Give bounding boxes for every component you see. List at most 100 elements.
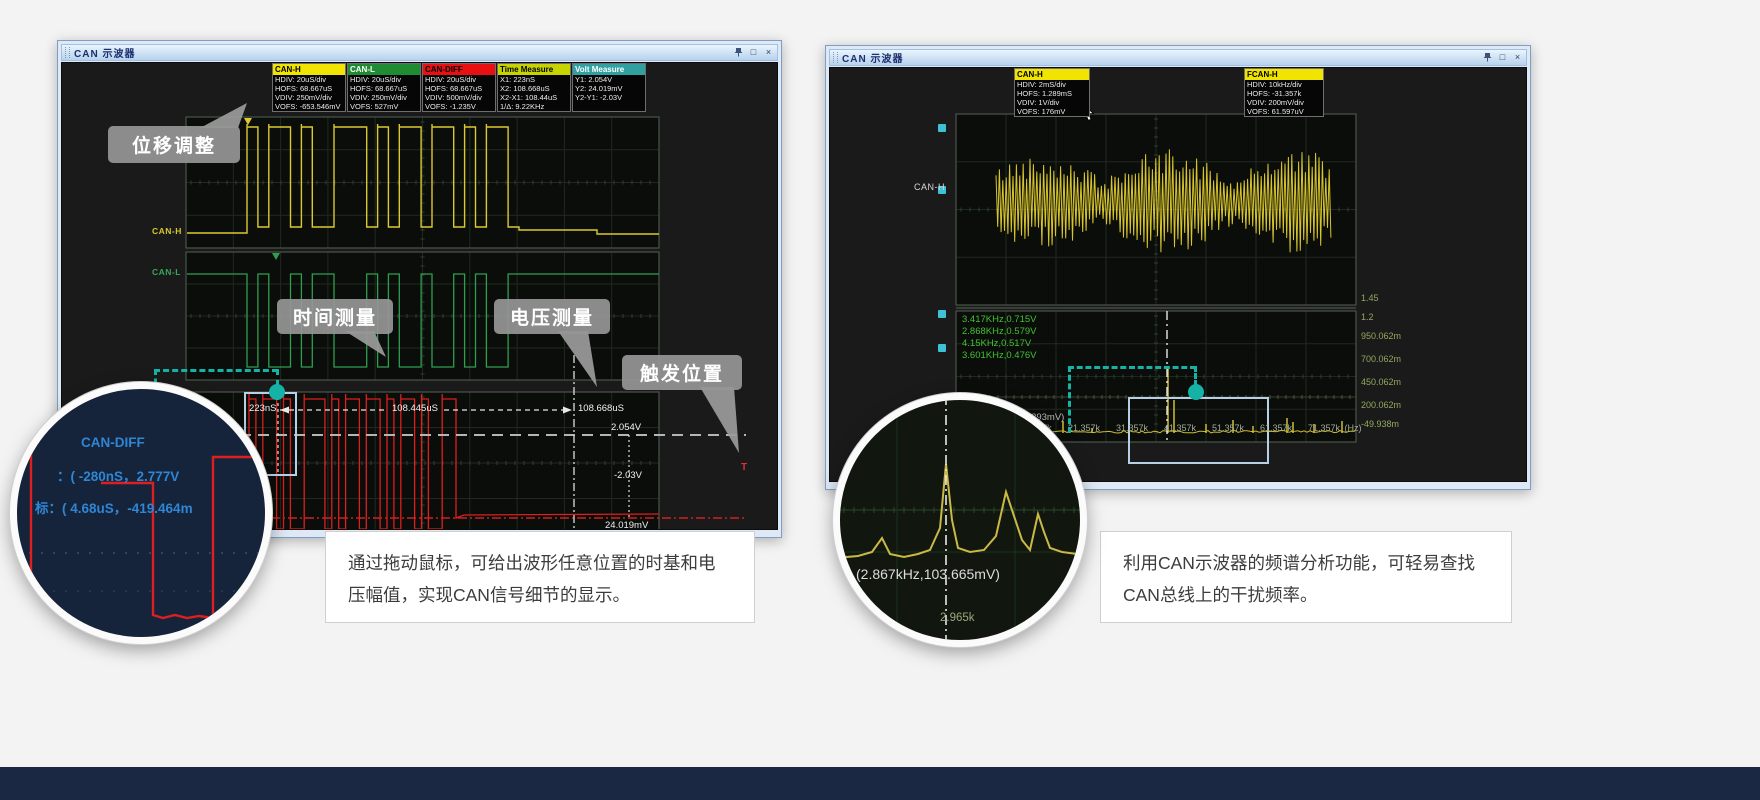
x-axis-label: 61.357k [1250,423,1302,433]
y-axis-label: 1.2 [1361,312,1413,322]
channel-info-panel-candiff[interactable]: CAN-DIFF HDIV: 20uS/div HOFS: 68.667uS V… [422,63,496,112]
left-window-title: CAN 示波器 [74,45,733,60]
magnifier-coord-line: ：( -280nS，2.777V [57,465,179,485]
volt-measure-panel[interactable]: Volt Measure Y1: 2.054V Y2: 24.019mV Y2-… [572,63,646,112]
magnified-spectrum-trace [840,400,1080,640]
right-titlebar[interactable]: CAN 示波器 □ × [829,49,1527,66]
magnifier-channel-label: CAN-DIFF [81,435,145,450]
panel-header: CAN-H [1015,69,1089,80]
panel-row: HOFS: 1.289mS [1015,89,1089,98]
right-info-canh: CAN-H HDIV: 2mS/div HOFS: 1.289mS VDIV: … [1014,68,1090,117]
panel-row: VOFS: -1.235V [423,102,495,111]
panel-row: HOFS: 68.667uS [423,84,495,93]
callout-time-measure: 时间测量 [277,299,393,334]
panel-row: VDIV: 250mV/div [348,93,420,102]
time-measure-panel[interactable]: Time Measure X1: 223nS X2: 108.668uS X2-… [497,63,571,112]
panel-row: VDIV: 200mV/div [1245,98,1323,107]
page: CAN 示波器 □ × CAN-H HDIV: 20uS/div HOFS: 6… [0,0,1760,800]
magnifier-peak-label: (2.867kHz,103.665mV) [856,566,1000,582]
close-button[interactable]: × [1512,52,1523,63]
canh-trace-label: CAN-H [152,226,182,236]
pin-icon[interactable] [733,47,744,58]
panel-row: 1/Δ: 9.22KHz [498,102,570,111]
panel-row: HDIV: 20uS/div [273,75,345,84]
bottom-strip [0,767,1760,800]
x-axis-label: 31.357k [1106,423,1158,433]
panel-row: HDIV: 2mS/div [1015,80,1089,89]
drag-grip-icon[interactable] [65,47,70,58]
close-button[interactable]: × [763,47,774,58]
cursor-y1-value: 2.054V [611,422,641,433]
pin-icon[interactable] [1482,52,1493,63]
panel-row: VOFS: -653.546mV [273,102,345,111]
peak-readout: 3.601KHz,0.476V [962,350,1036,361]
callout-volt-measure: 电压测量 [494,299,610,334]
x-axis-label: 51.357k [1202,423,1254,433]
channel-info-panel-canh[interactable]: CAN-H HDIV: 20uS/div HOFS: 68.667uS VDIV… [272,63,346,112]
panel-row: HDIV: 20uS/div [423,75,495,84]
panel-row: VDIV: 1V/div [1015,98,1089,107]
panel-row: VDIV: 250mV/div [273,93,345,102]
magnifier-link-line [1068,366,1196,369]
maximize-button[interactable]: □ [748,47,759,58]
cursor-dx-value: 108.445uS [392,403,438,414]
panel-row: X1: 223nS [498,75,570,84]
trigger-marker[interactable]: T [741,462,747,473]
right-magnifier-circle: (2.867kHz,103.665mV) 2.965k [833,393,1087,647]
canh-trace-label: CAN-H [914,182,945,192]
right-window-title: CAN 示波器 [842,50,1482,65]
callout-offset-adjust: 位移调整 [108,126,240,163]
left-info-row: CAN-H HDIV: 20uS/div HOFS: 68.667uS VDIV… [272,63,646,112]
x-axis-unit: (Hz) [1327,423,1379,433]
panel-row: VOFS: 176mV [1015,107,1089,116]
panel-row: VOFS: 527mV [348,102,420,111]
x-axis-label: 41.357k [1154,423,1206,433]
panel-row: HOFS: 68.667uS [273,84,345,93]
panel-row [573,102,645,111]
left-magnifier-circle: CAN-DIFF ：( -280nS，2.777V 标：( 4.68uS，-41… [10,382,272,644]
canl-trace-label: CAN-L [152,267,181,277]
panel-row: HDIV: 10kHz/div [1245,80,1323,89]
panel-row: HDIV: 20uS/div [348,75,420,84]
magnifier-link-line [154,369,278,372]
right-info-fcanh: FCAN-H HDIV: 10kHz/div HOFS: -31.357k VD… [1244,68,1324,117]
panel-row: VDIV: 500mV/div [423,93,495,102]
cursor-dy-value: -2.03V [614,470,642,481]
panel-header: FCAN-H [1245,69,1323,80]
y-axis-label: 1.45 [1361,293,1413,303]
drag-grip-icon[interactable] [833,52,838,63]
panel-header: CAN-H [273,64,345,75]
callout-trigger-position: 触发位置 [622,355,742,390]
y-axis-label: 950.062m [1361,331,1413,341]
panel-row: X2-X1: 108.44uS [498,93,570,102]
maximize-button[interactable]: □ [1497,52,1508,63]
channel-info-panel-canh[interactable]: CAN-H HDIV: 2mS/div HOFS: 1.289mS VDIV: … [1014,68,1090,117]
cursor-y2-value: 24.019mV [605,520,648,530]
y-axis-label: 450.062m [1361,377,1413,387]
magnifier-axis-label: 2.965k [940,612,975,624]
selection-anchor-dot[interactable] [1188,384,1204,400]
cursor-x2-value: 108.668uS [578,403,624,414]
panel-row: VOFS: 61.597uV [1245,107,1323,116]
panel-row: X2: 108.668uS [498,84,570,93]
left-titlebar[interactable]: CAN 示波器 □ × [61,44,778,61]
panel-header: Volt Measure [573,64,645,75]
panel-header: Time Measure [498,64,570,75]
y-axis-label: 200.062m [1361,400,1413,410]
panel-row: Y2-Y1: -2.03V [573,93,645,102]
right-caption: 利用CAN示波器的频谱分析功能，可轻易查找CAN总线上的干扰频率。 [1100,531,1512,623]
panel-row: Y1: 2.054V [573,75,645,84]
panel-row: Y2: 24.019mV [573,84,645,93]
peak-readout: 3.417KHz,0.715V [962,314,1036,325]
channel-info-panel-canl[interactable]: CAN-L HDIV: 20uS/div HOFS: 68.667uS VDIV… [347,63,421,112]
channel-info-panel-fcanh[interactable]: FCAN-H HDIV: 10kHz/div HOFS: -31.357k VD… [1244,68,1324,117]
selection-anchor-dot[interactable] [269,384,285,400]
peak-readout: 4.15KHz,0.517V [962,338,1031,349]
panel-row: HOFS: 68.667uS [348,84,420,93]
panel-header: CAN-L [348,64,420,75]
panel-row: HOFS: -31.357k [1245,89,1323,98]
panel-header: CAN-DIFF [423,64,495,75]
y-axis-label: 700.062m [1361,354,1413,364]
magnifier-link-line [1194,366,1197,386]
peak-readout: 2.868KHz,0.579V [962,326,1036,337]
